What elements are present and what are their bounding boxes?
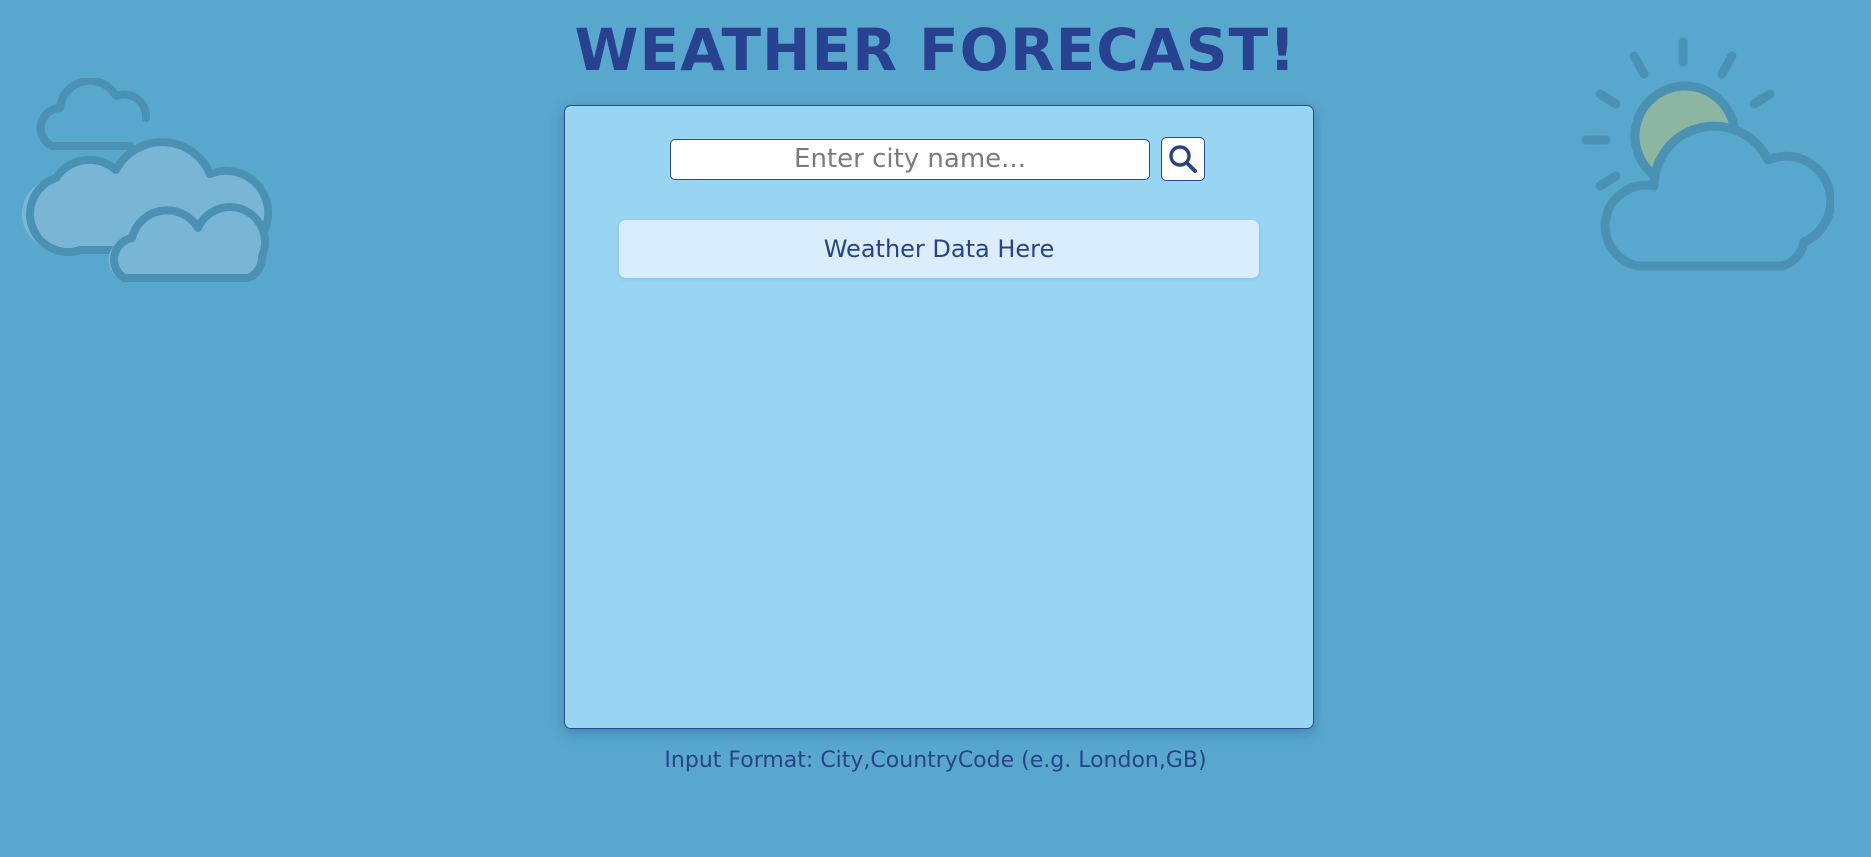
weather-data-display: Weather Data Here bbox=[619, 220, 1259, 278]
search-icon bbox=[1169, 145, 1197, 173]
clouds-icon bbox=[21, 78, 273, 282]
sun-behind-cloud-icon bbox=[1581, 37, 1834, 271]
input-format-hint: Input Format: City,CountryCode (e.g. Lon… bbox=[664, 748, 1207, 773]
weather-card: Weather Data Here bbox=[564, 105, 1314, 729]
search-button[interactable] bbox=[1161, 137, 1205, 181]
city-search-input[interactable] bbox=[670, 138, 1150, 180]
search-bar bbox=[670, 137, 1205, 181]
